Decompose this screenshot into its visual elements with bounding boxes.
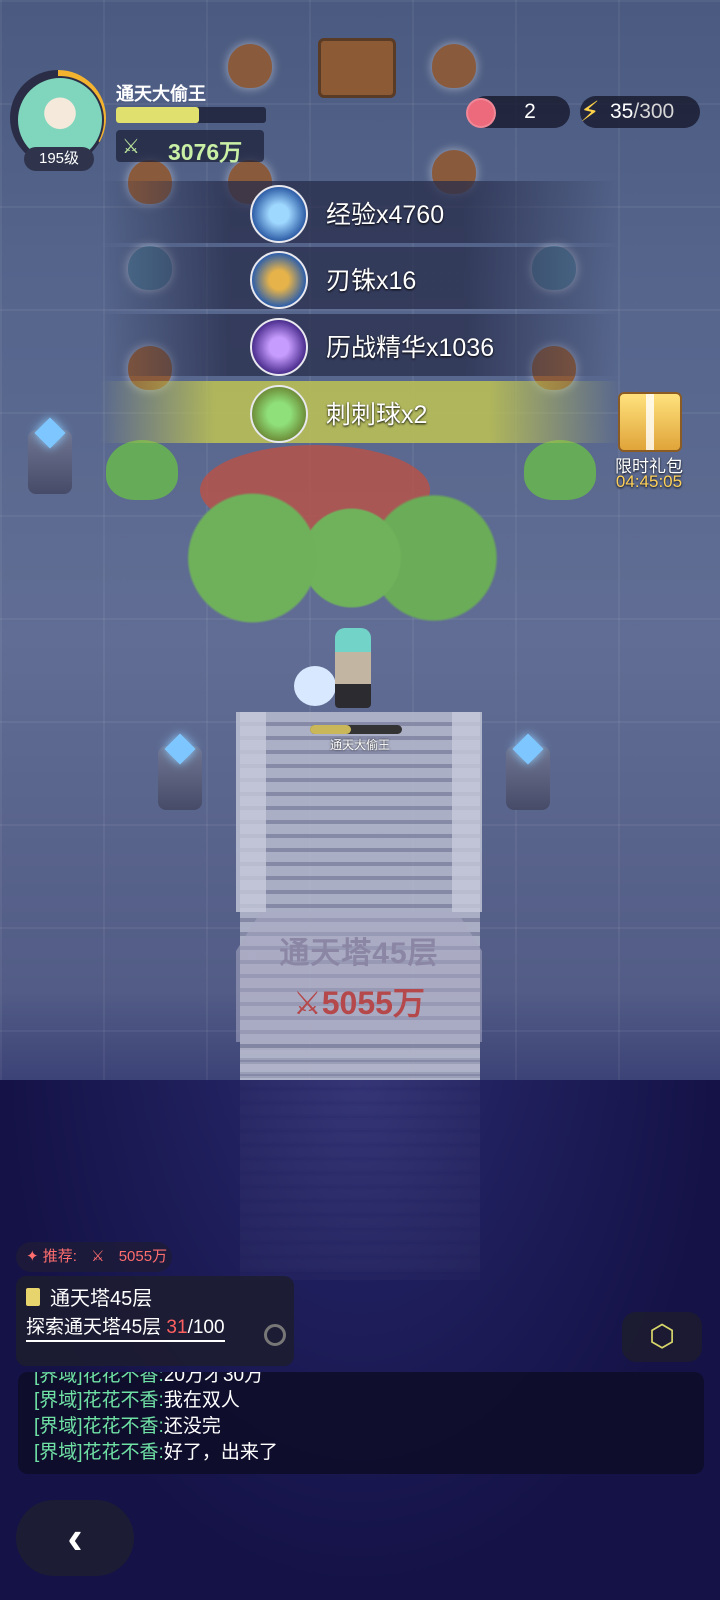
power-icon: ⚔ xyxy=(122,136,140,158)
quest-title: 通天塔45层 xyxy=(50,1288,153,1310)
spiky-ball-icon xyxy=(250,385,308,443)
tower-plaque: 通天塔45层 ⚔5055万 xyxy=(236,912,482,1042)
back-button[interactable]: ‹ xyxy=(16,1500,134,1576)
quest-panel[interactable]: 通天塔45层 探索通天塔45层 31/100 xyxy=(16,1276,294,1366)
chevron-left-icon: ‹ xyxy=(67,1511,83,1563)
quest-scroll-icon xyxy=(26,1288,40,1306)
minion-cactus-right[interactable] xyxy=(524,440,596,500)
chat-line: [界域]花花不香:我在双人 xyxy=(34,1390,240,1411)
reward-row: 刺刺球x2 xyxy=(100,381,620,443)
reward-label: 历战精华x1036 xyxy=(326,334,495,362)
power-icon: ⚔ xyxy=(293,985,322,1021)
hero-hp-bar xyxy=(310,725,402,734)
loot-sack-icon xyxy=(432,44,476,88)
recommend-badge: ✦ 推荐: ⚔ 5055万 xyxy=(16,1242,172,1272)
apple-count: 2 xyxy=(524,100,536,123)
apple-icon xyxy=(466,98,496,128)
chat-line: [界域]花花不香:还没完 xyxy=(34,1416,221,1437)
chat-line: [界域]花花不香:好了，出来了 xyxy=(34,1442,278,1463)
gift-box-icon[interactable] xyxy=(618,392,682,452)
energy-text: 35/300 xyxy=(610,100,675,123)
reward-label: 刃铢x16 xyxy=(326,267,417,295)
stage-power: ⚔5055万 xyxy=(293,985,425,1021)
exp-orb-icon xyxy=(250,185,308,243)
pet-companion xyxy=(294,666,336,706)
blade-coin-icon xyxy=(250,251,308,309)
stair-rail xyxy=(452,712,482,912)
exp-bar-fill xyxy=(116,107,199,123)
hero-character xyxy=(335,628,371,708)
battle-essence-icon xyxy=(250,318,308,376)
stair-rail xyxy=(236,712,266,912)
reward-label: 刺刺球x2 xyxy=(326,401,428,429)
reward-label: 经验x4760 xyxy=(326,201,445,229)
cube-menu-button[interactable]: ⬡ xyxy=(622,1312,702,1362)
hero-hp-fill xyxy=(310,725,352,734)
reward-row: 刃铢x16 xyxy=(100,247,620,309)
quest-desc[interactable]: 探索通天塔45层 31/100 xyxy=(26,1312,225,1342)
hero-name: 通天大偷王 xyxy=(329,738,390,752)
loot-sack-icon xyxy=(228,44,272,88)
boss-cactus-monster[interactable] xyxy=(170,470,500,630)
player-name: 通天大偷王 xyxy=(116,84,206,104)
level-badge: 195级 xyxy=(24,147,94,171)
stage-title: 通天塔45层 xyxy=(279,937,439,970)
reward-row: 经验x4760 xyxy=(100,181,620,243)
chat-box[interactable]: [界域]花花不香:20万才30万 [界域]花花不香:我在双人 [界域]花花不香:… xyxy=(18,1372,704,1474)
minion-cactus-left[interactable] xyxy=(106,440,178,500)
exp-bar xyxy=(116,107,266,123)
target-icon[interactable] xyxy=(264,1324,286,1346)
treasure-chest xyxy=(318,38,396,98)
gift-timer: 04:45:05 xyxy=(615,472,683,491)
reward-row: 历战精华x1036 xyxy=(100,314,620,376)
power-icon: ⚔ xyxy=(91,1248,105,1265)
lightning-icon: ⚡ xyxy=(580,96,600,127)
power-value: 3076万 xyxy=(168,139,243,165)
power-display: ⚔ 3076万 xyxy=(116,130,264,165)
